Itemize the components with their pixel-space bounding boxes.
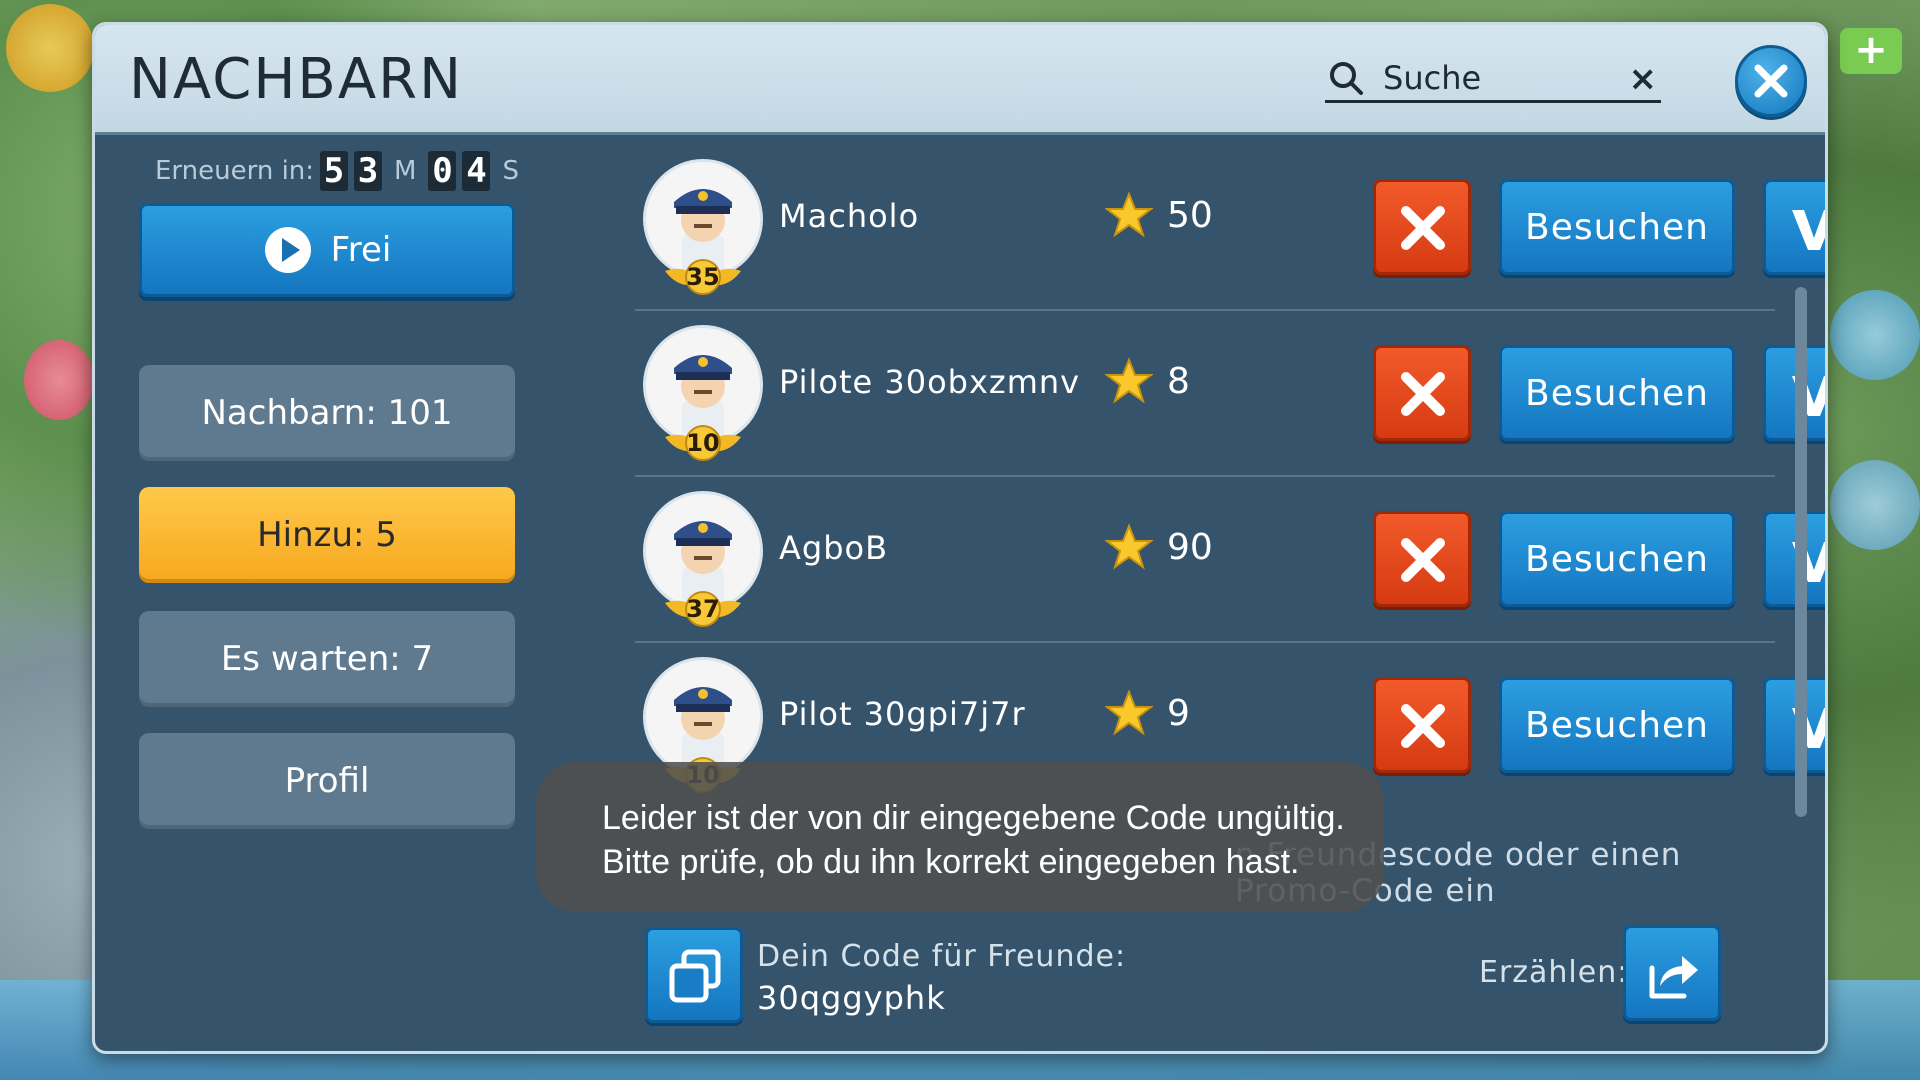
copy-code-button[interactable]	[645, 927, 743, 1023]
player-name: Pilote 30obxzmnv	[779, 363, 1081, 401]
timer-digit: 3	[354, 151, 383, 191]
hud-heart-icon[interactable]	[24, 340, 94, 420]
hud-add-button[interactable]: +	[1840, 28, 1902, 74]
hud-gauge-icon[interactable]	[1830, 460, 1920, 550]
star-icon	[1105, 523, 1153, 570]
tab-waiting[interactable]: Es warten: 7	[139, 611, 515, 707]
hud-badge-left[interactable]	[6, 4, 94, 92]
renew-timer: Erneuern in: 5 3 M 0 4 S	[155, 151, 525, 191]
copy-icon	[669, 949, 721, 1003]
renew-label: Erneuern in:	[155, 156, 315, 186]
list-item: 37 AgboB 90 Besuchen	[635, 477, 1825, 643]
close-icon	[1754, 64, 1788, 98]
free-button[interactable]: Frei	[139, 203, 515, 297]
timer-unit: M	[394, 156, 417, 186]
hud-radar-icon[interactable]	[1830, 290, 1920, 380]
player-name: AgboB	[779, 529, 889, 567]
star-value: 8	[1167, 360, 1190, 402]
search-box[interactable]: ×	[1325, 57, 1661, 103]
timer-unit: S	[502, 156, 519, 186]
dialog-header: NACHBARN ×	[95, 25, 1825, 135]
share-button[interactable]	[1623, 925, 1721, 1021]
tab-neighbors-label: Nachbarn: 101	[201, 393, 453, 433]
x-icon	[1401, 704, 1445, 748]
list-item: 10 Pilote 30obxzmnv 8 Besuchen	[635, 311, 1825, 477]
toast-line-1: Leider ist der von dir eingegebene Code …	[602, 799, 1345, 837]
visit-button[interactable]: Besuchen	[1499, 677, 1735, 773]
list-item: 35 Macholo 50 Besuchen	[635, 145, 1825, 311]
page-title: NACHBARN	[129, 47, 463, 112]
share-label: Erzählen:	[1479, 955, 1629, 990]
star-count: 50	[1105, 191, 1213, 239]
check-icon	[1792, 210, 1825, 250]
friend-code-label: Dein Code für Freunde:	[757, 939, 1127, 974]
tab-neighbors[interactable]: Nachbarn: 101	[139, 365, 515, 461]
x-icon	[1401, 372, 1445, 416]
share-icon	[1649, 956, 1698, 999]
star-value: 50	[1167, 194, 1213, 236]
check-icon	[1792, 376, 1825, 416]
timer-digit: 5	[320, 151, 349, 191]
level-number: 35	[686, 263, 720, 291]
visit-button-label: Besuchen	[1525, 704, 1709, 746]
tab-waiting-label: Es warten: 7	[220, 639, 434, 679]
list-scrollbar[interactable]	[1795, 287, 1807, 817]
reject-button[interactable]	[1373, 677, 1471, 773]
error-toast: Leider ist der von dir eingegebene Code …	[536, 762, 1384, 912]
player-name: Macholo	[779, 197, 920, 235]
level-number: 10	[686, 429, 720, 457]
visit-button-label: Besuchen	[1525, 206, 1709, 248]
request-list[interactable]: 35 Macholo 50 Besuchen 10 Pilote 30obxzm…	[635, 145, 1825, 805]
reject-button[interactable]	[1373, 179, 1471, 275]
visit-button-label: Besuchen	[1525, 538, 1709, 580]
tab-profile-label: Profil	[284, 761, 370, 801]
search-input[interactable]	[1383, 57, 1623, 99]
close-button[interactable]	[1735, 45, 1807, 117]
free-button-label: Frei	[330, 230, 392, 270]
tab-add[interactable]: Hinzu: 5	[139, 487, 515, 583]
star-count: 8	[1105, 357, 1190, 405]
timer-digit: 0	[428, 151, 457, 191]
star-icon	[1105, 689, 1153, 736]
x-icon	[1401, 206, 1445, 250]
tab-profile[interactable]: Profil	[139, 733, 515, 829]
level-number: 37	[686, 595, 720, 623]
level-badge: 37	[663, 589, 743, 629]
x-icon	[1401, 538, 1445, 582]
accept-button[interactable]	[1763, 179, 1825, 275]
friend-code-value: 30qggyphk	[757, 979, 946, 1017]
reject-button[interactable]	[1373, 511, 1471, 607]
visit-button[interactable]: Besuchen	[1499, 511, 1735, 607]
visit-button[interactable]: Besuchen	[1499, 345, 1735, 441]
star-icon	[1105, 357, 1153, 404]
level-badge: 10	[663, 423, 743, 463]
star-value: 90	[1167, 526, 1213, 568]
check-icon	[1792, 708, 1825, 748]
star-icon	[1105, 191, 1153, 238]
tab-add-label: Hinzu: 5	[257, 515, 397, 555]
visit-button-label: Besuchen	[1525, 372, 1709, 414]
search-clear-icon[interactable]: ×	[1629, 59, 1658, 99]
level-badge: 35	[663, 257, 743, 297]
toast-line-2: Bitte prüfe, ob du ihn korrekt eingegebe…	[602, 843, 1300, 881]
player-name: Pilot 30gpi7j7r	[779, 695, 1026, 733]
reject-button[interactable]	[1373, 345, 1471, 441]
timer-digit: 4	[462, 151, 491, 191]
check-icon	[1792, 542, 1825, 582]
play-icon	[264, 227, 311, 273]
star-count: 90	[1105, 523, 1213, 571]
star-count: 9	[1105, 689, 1190, 737]
search-icon	[1330, 62, 1363, 95]
star-value: 9	[1167, 692, 1190, 734]
visit-button[interactable]: Besuchen	[1499, 179, 1735, 275]
